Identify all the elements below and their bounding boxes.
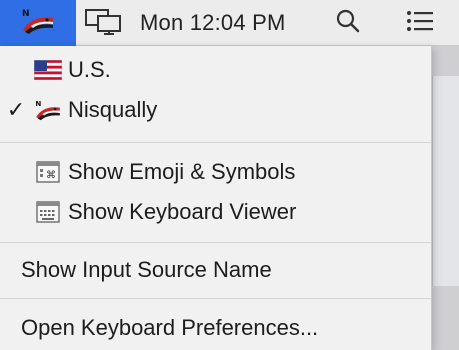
keyboard-viewer-icon bbox=[33, 200, 63, 224]
menu-bar: N Mon 12:04 PM bbox=[0, 0, 459, 46]
menu-item-label: Nisqually bbox=[68, 97, 158, 122]
clock-text: Mon 12:04 PM bbox=[140, 10, 286, 35]
menu-item-show-keyboard-viewer[interactable]: Show Keyboard Viewer bbox=[0, 192, 431, 232]
menu-item-label: Open Keyboard Preferences... bbox=[21, 315, 319, 340]
svg-text:N: N bbox=[35, 99, 41, 108]
svg-text:N: N bbox=[22, 9, 30, 19]
menu-item-label: Show Emoji & Symbols bbox=[68, 159, 296, 184]
display-menu-button[interactable] bbox=[80, 0, 128, 46]
menu-item-show-input-source-name[interactable]: Show Input Source Name bbox=[0, 250, 431, 290]
background-window-edge bbox=[432, 76, 459, 286]
spotlight-search-icon bbox=[335, 8, 361, 39]
menu-item-nisqually[interactable]: ✓ N Nisqually bbox=[0, 90, 431, 130]
menu-item-open-keyboard-preferences[interactable]: Open Keyboard Preferences... bbox=[0, 308, 431, 348]
menu-item-us[interactable]: U.S. bbox=[0, 50, 431, 90]
display-mirroring-icon bbox=[84, 6, 124, 41]
notification-center-button[interactable] bbox=[392, 0, 448, 46]
checkmark-icon: ✓ bbox=[6, 97, 26, 122]
input-source-menu-button[interactable]: N bbox=[0, 0, 76, 46]
menu-item-label: Show Keyboard Viewer bbox=[68, 199, 297, 224]
menu-separator bbox=[0, 242, 431, 243]
notification-center-icon bbox=[406, 9, 434, 38]
emoji-symbols-icon: ⌘ bbox=[33, 160, 63, 184]
nisqually-flag-icon: N bbox=[33, 98, 63, 122]
spotlight-button[interactable] bbox=[326, 0, 370, 46]
menu-bar-clock[interactable]: Mon 12:04 PM bbox=[140, 0, 320, 46]
menu-item-label: Show Input Source Name bbox=[21, 257, 272, 282]
svg-text:⌘: ⌘ bbox=[46, 170, 56, 181]
menu-item-show-emoji-symbols[interactable]: ⌘ Show Emoji & Symbols bbox=[0, 152, 431, 192]
menu-separator bbox=[0, 142, 431, 143]
menu-item-label: U.S. bbox=[68, 57, 111, 82]
input-source-menu: U.S. ✓ N Nisqually ⌘ Show Emoji & Symbol… bbox=[0, 46, 432, 350]
menu-separator bbox=[0, 298, 431, 299]
us-flag-icon bbox=[33, 58, 63, 82]
nisqually-flag-icon: N bbox=[19, 6, 57, 41]
